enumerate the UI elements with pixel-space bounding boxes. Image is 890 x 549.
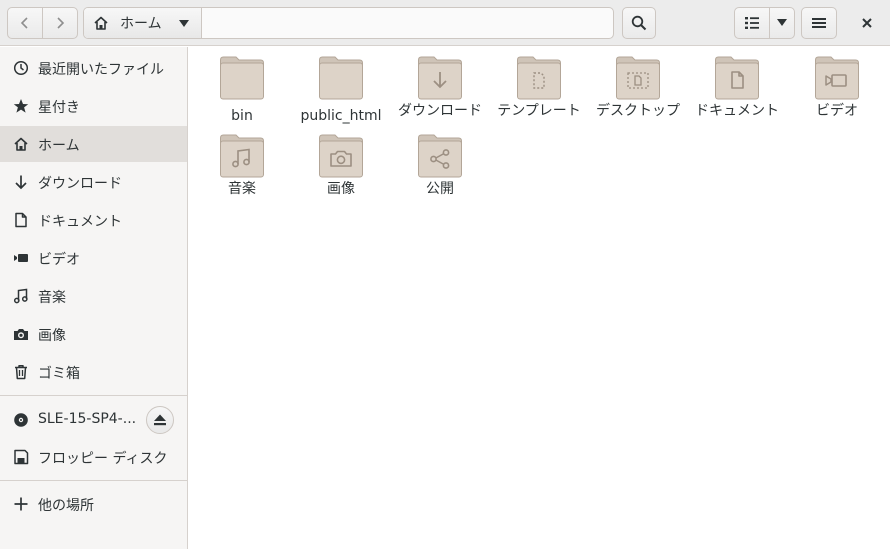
folder-music-icon	[220, 134, 264, 178]
sidebar-item-label: 最近開いたファイル	[38, 62, 164, 78]
sidebar-item-label: 音楽	[38, 290, 66, 306]
path-home-label: ホーム	[120, 16, 162, 32]
sidebar-item-videos[interactable]: ビデオ	[0, 240, 187, 276]
file-item[interactable]: bin	[194, 55, 290, 129]
sidebar-item-music[interactable]: 音楽	[0, 278, 187, 314]
file-name: public_html	[300, 108, 382, 124]
file-item[interactable]: 音楽	[194, 133, 290, 207]
sidebar-item-label: フロッピー ディスク	[38, 451, 168, 467]
sidebar-item-documents[interactable]: ドキュメント	[0, 202, 187, 238]
sidebar-separator	[0, 480, 187, 481]
sidebar-item-recent[interactable]: 最近開いたファイル	[0, 50, 187, 86]
file-name: 公開	[426, 181, 454, 197]
clock-icon	[13, 60, 29, 76]
home-icon	[14, 137, 28, 151]
path-home-button[interactable]: ホーム	[84, 8, 202, 38]
eject-button[interactable]	[146, 406, 174, 434]
file-item[interactable]: public_html	[293, 55, 389, 129]
chevron-left-icon	[20, 17, 28, 29]
sidebar-item-label: SLE-15-SP4-...	[38, 411, 137, 427]
chevron-down-icon	[777, 19, 787, 26]
close-icon	[862, 18, 872, 28]
eject-icon	[154, 414, 166, 426]
file-item[interactable]: ダウンロード	[392, 55, 488, 129]
chevron-right-icon	[57, 17, 65, 29]
sidebar-item-pictures[interactable]: 画像	[0, 316, 187, 352]
location-pathbar[interactable]: ホーム	[83, 7, 614, 39]
folder-icon	[220, 56, 264, 100]
folder-document-icon	[715, 56, 759, 100]
file-item[interactable]: 公開	[392, 133, 488, 207]
file-name: ドキュメント	[695, 103, 779, 119]
floppy-icon	[14, 449, 29, 465]
sidebar-item-label: ホーム	[38, 138, 80, 154]
file-item[interactable]: ビデオ	[789, 55, 885, 129]
music-icon	[13, 288, 28, 304]
file-name: ダウンロード	[398, 103, 482, 119]
disc-icon	[14, 413, 28, 427]
chevron-down-icon[interactable]	[178, 19, 190, 29]
folder-download-icon	[418, 56, 462, 100]
search-button[interactable]	[622, 7, 656, 39]
headerbar: ホーム	[0, 0, 890, 46]
trash-icon	[15, 365, 27, 380]
sidebar-item-other-locations[interactable]: 他の場所	[0, 486, 187, 522]
arrow-down-icon	[15, 175, 27, 190]
search-icon	[631, 15, 647, 31]
file-name: bin	[231, 108, 253, 124]
sidebar-item-starred[interactable]: 星付き	[0, 88, 187, 124]
folder-template-icon	[517, 56, 561, 100]
file-name: 画像	[327, 181, 355, 197]
file-item[interactable]: 画像	[293, 133, 389, 207]
file-item[interactable]: テンプレート	[491, 55, 587, 129]
sidebar-item-trash[interactable]: ゴミ箱	[0, 354, 187, 390]
sidebar-item-label: ドキュメント	[38, 214, 122, 230]
window-close-button[interactable]	[852, 8, 882, 38]
camera-icon	[14, 329, 28, 340]
sidebar-item-label: ゴミ箱	[38, 366, 80, 382]
folder-desktop-icon	[616, 56, 660, 100]
sidebar-item-floppy[interactable]: フロッピー ディスク	[0, 439, 187, 475]
forward-button[interactable]	[42, 7, 78, 39]
star-icon	[13, 99, 29, 113]
sidebar-item-label: 画像	[38, 328, 66, 344]
sidebar-item-label: ダウンロード	[38, 176, 122, 192]
folder-pictures-icon	[319, 134, 363, 178]
document-icon	[15, 212, 27, 228]
sidebar-separator	[0, 395, 187, 396]
hamburger-menu-icon	[812, 18, 826, 28]
sidebar-item-downloads[interactable]: ダウンロード	[0, 164, 187, 200]
sidebar-item-label: 他の場所	[38, 498, 94, 514]
video-icon	[14, 254, 28, 262]
sidebar: 最近開いたファイル 星付き ホーム ダウンロード ドキュメント ビデオ 音楽 画…	[0, 47, 188, 549]
sidebar-item-label: 星付き	[38, 100, 80, 116]
file-name: テンプレート	[497, 103, 581, 119]
file-item[interactable]: ドキュメント	[689, 55, 785, 129]
sidebar-item-home[interactable]: ホーム	[0, 126, 187, 162]
folder-public-share-icon	[418, 134, 462, 178]
view-list-button[interactable]	[734, 7, 770, 39]
list-view-icon	[745, 17, 759, 29]
sidebar-item-label: ビデオ	[38, 252, 80, 268]
back-button[interactable]	[7, 7, 43, 39]
home-icon	[94, 16, 108, 30]
file-item[interactable]: デスクトップ	[590, 55, 686, 129]
plus-icon	[14, 497, 28, 511]
file-name: デスクトップ	[596, 103, 680, 119]
file-name: ビデオ	[816, 103, 858, 119]
file-name: 音楽	[228, 181, 256, 197]
folder-video-icon	[815, 56, 859, 100]
main-menu-button[interactable]	[801, 7, 837, 39]
view-options-button[interactable]	[769, 7, 795, 39]
folder-icon	[319, 56, 363, 100]
